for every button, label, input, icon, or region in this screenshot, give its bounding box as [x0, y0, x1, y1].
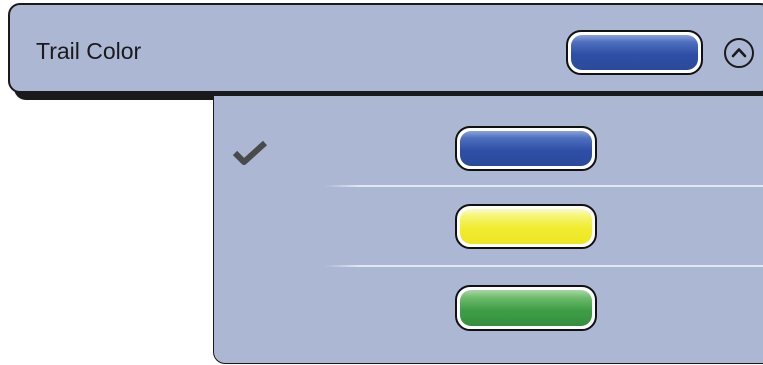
option-divider — [324, 265, 763, 267]
swatch-fill-yellow — [460, 209, 592, 244]
option-green[interactable] — [214, 268, 763, 364]
color-swatch-yellow[interactable] — [455, 204, 597, 249]
trail-color-setting: Trail Color — [0, 0, 763, 365]
color-swatch-green[interactable] — [455, 285, 597, 331]
chevron-up-circle-icon — [731, 48, 747, 58]
swatch-fill-blue — [460, 131, 592, 166]
setting-label: Trail Color — [36, 38, 142, 64]
color-swatch-blue[interactable] — [455, 126, 597, 171]
trail-color-header[interactable]: Trail Color — [8, 3, 763, 93]
option-blue[interactable] — [214, 96, 763, 188]
collapse-button[interactable] — [724, 38, 754, 68]
checkmark-icon — [232, 140, 268, 165]
swatch-fill-green — [460, 290, 592, 326]
color-dropdown-list — [213, 96, 763, 364]
current-color-button[interactable] — [566, 30, 703, 75]
option-divider — [324, 185, 763, 187]
option-yellow[interactable] — [214, 188, 763, 266]
current-color-swatch — [571, 35, 698, 70]
